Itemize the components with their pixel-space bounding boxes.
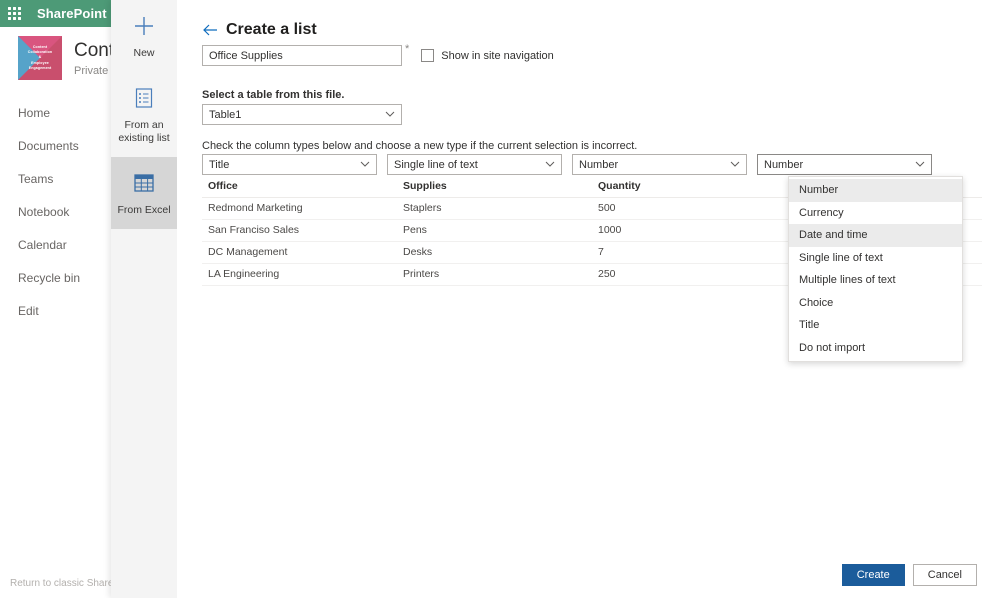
create-list-content: Create a list * Show in site navigation … [177,0,999,598]
cell-quantity: 1000 [592,220,787,242]
checkbox-box-icon [421,49,434,62]
rail-item-from-excel-label: From Excel [117,204,170,217]
rail-item-from-existing-list-label: From an existing list [115,119,173,145]
list-document-icon [132,86,156,110]
list-name-row: * Show in site navigation [202,45,554,66]
chevron-down-icon [915,160,925,169]
sharepoint-brand-label[interactable]: SharePoint [37,6,107,21]
cancel-button[interactable]: Cancel [913,564,977,586]
rail-item-new-label: New [133,47,154,60]
site-logo-text: Content Collaboration & Employee Engagem… [18,36,62,80]
column-type-dropdown-row: Title Single line of text Number [202,154,982,175]
column-types-hint: Check the column types below and choose … [202,140,637,152]
required-asterisk: * [405,45,409,54]
cell-office: LA Engineering [202,264,397,286]
dropdown-option-multiple-lines-of-text[interactable]: Multiple lines of text [789,269,962,292]
excel-grid-icon [132,171,156,195]
column-type-value-4: Number [764,159,915,171]
column-type-dropdown-1[interactable]: Title [202,154,377,175]
dropdown-option-do-not-import[interactable]: Do not import [789,337,962,360]
chevron-down-icon [360,160,370,169]
show-in-site-navigation-label: Show in site navigation [441,50,554,62]
cell-office: San Franciso Sales [202,220,397,242]
column-header-quantity: Quantity [592,176,787,198]
cell-quantity: 500 [592,198,787,220]
dropdown-option-single-line-of-text[interactable]: Single line of text [789,247,962,270]
app-root: SharePoint Content Collaboration & Emplo… [0,0,999,598]
cell-office: Redmond Marketing [202,198,397,220]
show-in-site-navigation-checkbox[interactable]: Show in site navigation [421,49,554,62]
cell-quantity: 250 [592,264,787,286]
rail-item-new[interactable]: New [111,0,177,72]
logo-line-5: Engagement [29,66,52,71]
column-type-value-3: Number [579,159,730,171]
dialog-footer: Create Cancel [177,552,999,598]
dropdown-option-choice[interactable]: Choice [789,292,962,315]
column-header-supplies: Supplies [397,176,592,198]
column-type-dropdown-2[interactable]: Single line of text [387,154,562,175]
cell-supplies: Printers [397,264,592,286]
dropdown-option-title[interactable]: Title [789,314,962,337]
chevron-down-icon [730,160,740,169]
back-arrow-icon[interactable] [202,22,218,38]
column-type-dropdown-3[interactable]: Number [572,154,747,175]
create-button[interactable]: Create [842,564,905,586]
column-type-value-1: Title [209,159,360,171]
dialog-header: Create a list [202,21,317,39]
table-select-value: Table1 [209,109,385,121]
waffle-grid-icon[interactable] [8,7,21,20]
page-title: Create a list [226,21,317,39]
chevron-down-icon [545,160,555,169]
dropdown-option-date-and-time[interactable]: Date and time [789,224,962,247]
cell-supplies: Pens [397,220,592,242]
cell-supplies: Desks [397,242,592,264]
create-list-dialog: New From an existing list [111,0,999,598]
cell-office: DC Management [202,242,397,264]
cell-supplies: Staplers [397,198,592,220]
select-table-label: Select a table from this file. [202,89,344,101]
site-logo: Content Collaboration & Employee Engagem… [18,36,62,80]
rail-item-from-existing-list[interactable]: From an existing list [111,72,177,157]
list-name-input[interactable] [202,45,402,66]
create-list-source-rail: New From an existing list [111,0,177,598]
column-type-value-2: Single line of text [394,159,545,171]
column-header-office: Office [202,176,397,198]
dropdown-option-number[interactable]: Number [789,179,962,202]
column-type-dropdown-menu: Number Currency Date and time Single lin… [788,176,963,362]
rail-item-from-excel[interactable]: From Excel [111,157,177,229]
plus-icon [132,14,156,38]
dropdown-option-currency[interactable]: Currency [789,202,962,225]
cell-quantity: 7 [592,242,787,264]
chevron-down-icon [385,110,395,119]
column-type-dropdown-4[interactable]: Number [757,154,932,175]
table-select-dropdown[interactable]: Table1 [202,104,402,125]
